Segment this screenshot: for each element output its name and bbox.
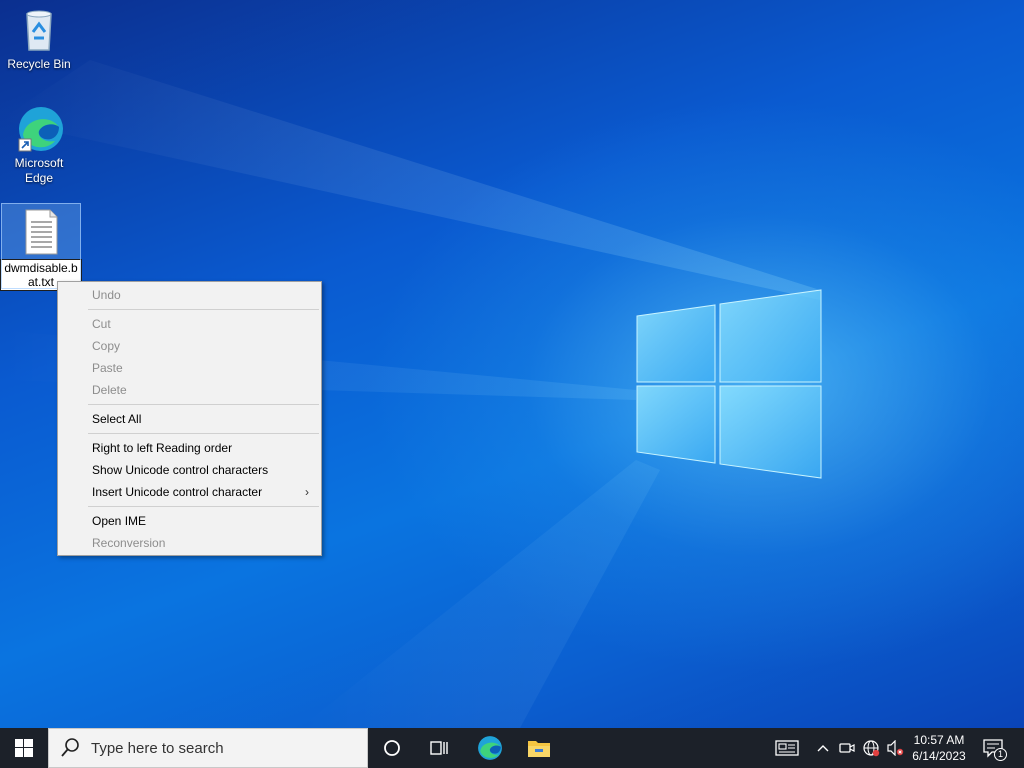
task-view-button[interactable] <box>420 728 460 768</box>
taskbar-clock[interactable]: 10:57 AM 6/14/2023 <box>904 732 974 764</box>
menu-item-reconversion[interactable]: Reconversion <box>58 532 321 554</box>
taskbar: Type here to search 10:57 AM 6/14/2023 1 <box>0 728 1024 768</box>
desktop-icon-label: Microsoft Edge <box>14 156 64 185</box>
desktop-icon-edge[interactable]: Microsoft Edge <box>0 105 78 186</box>
menu-item-show-unicode[interactable]: Show Unicode control characters <box>58 459 321 481</box>
clock-time: 10:57 AM <box>913 733 965 747</box>
taskbar-file-explorer-button[interactable] <box>518 728 560 768</box>
notification-center-button[interactable]: 1 <box>978 728 1010 768</box>
menu-separator <box>88 433 319 434</box>
menu-item-select-all[interactable]: Select All <box>58 408 321 430</box>
text-file-icon <box>17 208 65 256</box>
context-menu: Undo Cut Copy Paste Delete Select All Ri… <box>57 281 322 556</box>
news-button[interactable] <box>772 728 802 768</box>
network-button[interactable] <box>860 728 882 768</box>
volume-muted-icon <box>887 740 904 756</box>
edge-icon <box>478 736 502 760</box>
cortana-button[interactable] <box>372 728 412 768</box>
menu-item-delete[interactable]: Delete <box>58 379 321 401</box>
taskbar-edge-button[interactable] <box>470 728 510 768</box>
meet-now-icon <box>839 743 855 753</box>
taskbar-search-box[interactable]: Type here to search <box>48 728 368 768</box>
menu-item-label: Insert Unicode control character <box>92 485 263 499</box>
menu-item-rtl-reading-order[interactable]: Right to left Reading order <box>58 437 321 459</box>
menu-item-paste[interactable]: Paste <box>58 357 321 379</box>
menu-separator <box>88 506 319 507</box>
recycle-bin-icon <box>15 6 63 54</box>
menu-item-copy[interactable]: Copy <box>58 335 321 357</box>
menu-item-undo[interactable]: Undo <box>58 284 321 306</box>
search-placeholder: Type here to search <box>91 739 224 757</box>
menu-item-insert-unicode[interactable]: Insert Unicode control character › <box>58 481 321 503</box>
meet-now-button[interactable] <box>836 728 858 768</box>
volume-button[interactable] <box>884 728 906 768</box>
clock-date: 6/14/2023 <box>912 749 966 763</box>
cortana-icon <box>384 740 400 756</box>
chevron-right-icon: › <box>305 485 309 499</box>
menu-item-cut[interactable]: Cut <box>58 313 321 335</box>
news-icon <box>775 740 799 756</box>
edge-icon <box>15 105 63 153</box>
menu-item-open-ime[interactable]: Open IME <box>58 510 321 532</box>
network-icon <box>863 740 880 757</box>
desktop-icon-text-file[interactable]: dwmdisable.bat.txt <box>0 203 82 291</box>
menu-separator <box>88 309 319 310</box>
chevron-up-icon <box>817 745 829 752</box>
desktop[interactable]: Recycle Bin Microsoft Edge dwmdisable.ba… <box>0 0 1024 728</box>
desktop-icon-label: Recycle Bin <box>7 57 71 71</box>
notification-badge: 1 <box>994 748 1007 761</box>
desktop-icon-recycle-bin[interactable]: Recycle Bin <box>0 6 78 72</box>
file-explorer-icon <box>528 741 550 757</box>
windows-start-icon <box>15 739 33 757</box>
menu-separator <box>88 404 319 405</box>
start-button[interactable] <box>0 728 48 768</box>
task-view-icon <box>430 741 448 755</box>
search-icon <box>61 738 79 757</box>
show-hidden-icons-button[interactable] <box>812 728 834 768</box>
